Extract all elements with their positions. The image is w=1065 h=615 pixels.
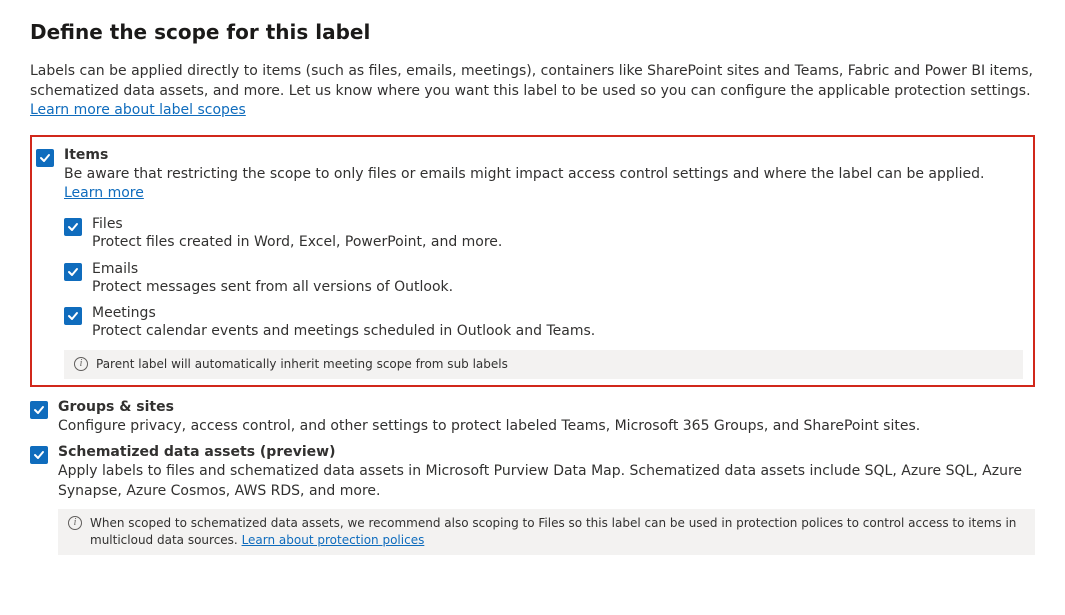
items-checkbox[interactable]	[36, 149, 54, 167]
emails-row: Emails Protect messages sent from all ve…	[36, 257, 1023, 302]
groups-checkbox[interactable]	[30, 401, 48, 419]
meetings-checkbox[interactable]	[64, 307, 82, 325]
groups-desc: Configure privacy, access control, and o…	[58, 417, 1035, 437]
emails-label: Emails	[92, 261, 1023, 277]
items-info-bar: i Parent label will automatically inheri…	[64, 350, 1023, 379]
items-section-highlight: Items Be aware that restricting the scop…	[30, 135, 1035, 387]
intro-body: Labels can be applied directly to items …	[30, 63, 1033, 99]
schematized-label: Schematized data assets (preview)	[58, 444, 1035, 460]
schematized-info-text: When scoped to schematized data assets, …	[90, 515, 1025, 549]
page-title: Define the scope for this label	[30, 20, 1035, 44]
files-checkbox[interactable]	[64, 218, 82, 236]
schematized-checkbox[interactable]	[30, 446, 48, 464]
schematized-desc: Apply labels to files and schematized da…	[58, 462, 1035, 501]
meetings-desc: Protect calendar events and meetings sch…	[92, 322, 1023, 342]
protection-policies-link[interactable]: Learn about protection polices	[242, 533, 425, 547]
schematized-row: Schematized data assets (preview) Apply …	[30, 440, 1035, 505]
meetings-label: Meetings	[92, 305, 1023, 321]
learn-more-scopes-link[interactable]: Learn more about label scopes	[30, 102, 246, 118]
emails-checkbox[interactable]	[64, 263, 82, 281]
files-label: Files	[92, 216, 1023, 232]
schematized-info-bar: i When scoped to schematized data assets…	[58, 509, 1035, 555]
emails-desc: Protect messages sent from all versions …	[92, 278, 1023, 298]
items-info-text: Parent label will automatically inherit …	[96, 356, 508, 373]
files-row: Files Protect files created in Word, Exc…	[36, 212, 1023, 257]
items-learn-more-link[interactable]: Learn more	[64, 185, 144, 201]
items-desc: Be aware that restricting the scope to o…	[64, 165, 1023, 204]
info-icon: i	[74, 357, 88, 371]
files-desc: Protect files created in Word, Excel, Po…	[92, 233, 1023, 253]
meetings-row: Meetings Protect calendar events and mee…	[36, 301, 1023, 346]
items-label: Items	[64, 147, 1023, 163]
items-row: Items Be aware that restricting the scop…	[36, 143, 1023, 208]
groups-row: Groups & sites Configure privacy, access…	[30, 395, 1035, 441]
info-icon: i	[68, 516, 82, 530]
intro-text: Labels can be applied directly to items …	[30, 62, 1035, 121]
groups-label: Groups & sites	[58, 399, 1035, 415]
